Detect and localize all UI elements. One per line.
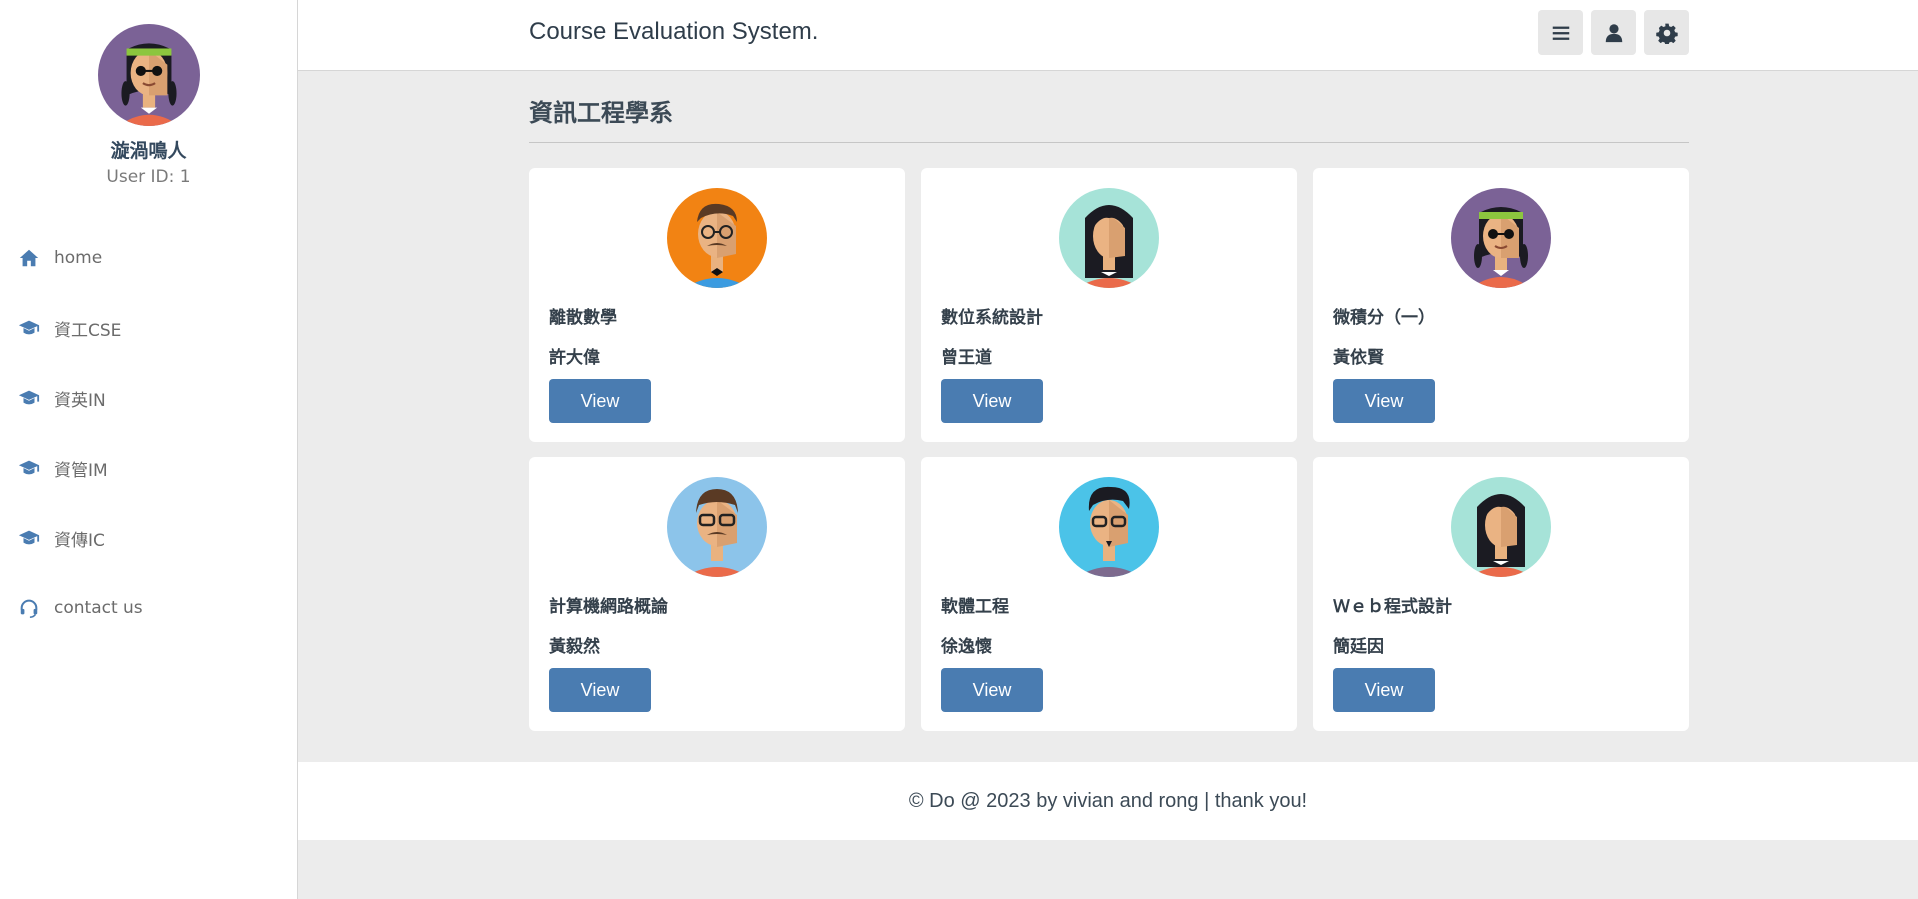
sidebar-item-label: 資管IM [54, 460, 108, 481]
footer-text: © Do @ 2023 by vivian and rong | thank y… [908, 789, 1308, 812]
footer: © Do @ 2023 by vivian and rong | thank y… [298, 762, 1918, 840]
graduation-cap-icon [18, 317, 40, 339]
view-button[interactable]: View [549, 379, 651, 423]
sidebar-item-label: 資工CSE [54, 320, 122, 341]
view-button[interactable]: View [549, 668, 651, 712]
headset-icon [18, 597, 40, 619]
view-button[interactable]: View [1333, 379, 1435, 423]
menu-icon [1550, 22, 1572, 44]
app-title: Course Evaluation System. [529, 18, 819, 45]
main-content: 資訊工程學系 離散數學 許大偉 View 數位系統設計 曾王道 View 微積分… [529, 71, 1689, 731]
home-icon [18, 247, 40, 269]
teacher-name: 黃依賢 [1333, 348, 1384, 368]
view-button[interactable]: View [941, 379, 1043, 423]
teacher-name: 徐逸懷 [941, 637, 992, 657]
graduation-cap-icon [18, 387, 40, 409]
course-name: 軟體工程 [941, 597, 1009, 617]
gear-icon [1656, 22, 1678, 44]
teacher-avatar [667, 188, 767, 288]
course-name: 數位系統設計 [941, 308, 1043, 328]
course-card: Ｗｅｂ程式設計 簡廷因 View [1313, 457, 1689, 731]
teacher-avatar [667, 477, 767, 577]
course-card: 數位系統設計 曾王道 View [921, 168, 1297, 442]
teacher-name: 許大偉 [549, 348, 600, 368]
sidebar-item-in[interactable]: 資英IN [0, 363, 297, 433]
sidebar-item-home[interactable]: home [0, 223, 297, 293]
teacher-avatar [1059, 477, 1159, 577]
course-name: 微積分（一） [1333, 308, 1435, 328]
top-header: Course Evaluation System. [298, 0, 1918, 71]
graduation-cap-icon [18, 457, 40, 479]
sidebar-item-contact[interactable]: contact us [0, 573, 297, 643]
course-card: 軟體工程 徐逸懷 View [921, 457, 1297, 731]
divider [529, 142, 1689, 143]
course-card: 計算機網路概論 黃毅然 View [529, 457, 905, 731]
menu-button[interactable] [1538, 10, 1583, 55]
course-card: 微積分（一） 黃依賢 View [1313, 168, 1689, 442]
teacher-name: 黃毅然 [549, 637, 600, 657]
user-button[interactable] [1591, 10, 1636, 55]
course-card: 離散數學 許大偉 View [529, 168, 905, 442]
user-id: User ID: 1 [106, 167, 191, 187]
avatar [98, 24, 200, 126]
teacher-avatar [1451, 188, 1551, 288]
view-button[interactable]: View [941, 668, 1043, 712]
sidebar-item-label: contact us [54, 598, 143, 618]
teacher-name: 簡廷因 [1333, 637, 1384, 657]
user-name: 漩渦鳴人 [110, 140, 187, 162]
sidebar: 漩渦鳴人 User ID: 1 home 資工CSE 資英IN 資管IM 資傳I… [0, 0, 298, 899]
teacher-avatar [1451, 477, 1551, 577]
course-name: 離散數學 [549, 308, 617, 328]
sidebar-item-ic[interactable]: 資傳IC [0, 503, 297, 573]
course-name: 計算機網路概論 [549, 597, 668, 617]
sidebar-nav: home 資工CSE 資英IN 資管IM 資傳IC contact us [0, 223, 297, 643]
sidebar-item-im[interactable]: 資管IM [0, 433, 297, 503]
sidebar-item-label: 資英IN [54, 390, 106, 411]
sidebar-item-cse[interactable]: 資工CSE [0, 293, 297, 363]
sidebar-item-label: 資傳IC [54, 530, 105, 551]
user-icon [1603, 22, 1625, 44]
graduation-cap-icon [18, 527, 40, 549]
course-grid: 離散數學 許大偉 View 數位系統設計 曾王道 View 微積分（一） 黃依賢… [529, 168, 1689, 731]
page-title: 資訊工程學系 [529, 99, 673, 127]
teacher-name: 曾王道 [941, 348, 992, 368]
view-button[interactable]: View [1333, 668, 1435, 712]
settings-button[interactable] [1644, 10, 1689, 55]
sidebar-item-label: home [54, 248, 103, 268]
teacher-avatar [1059, 188, 1159, 288]
course-name: Ｗｅｂ程式設計 [1333, 597, 1452, 617]
user-profile: 漩渦鳴人 User ID: 1 [0, 0, 297, 187]
